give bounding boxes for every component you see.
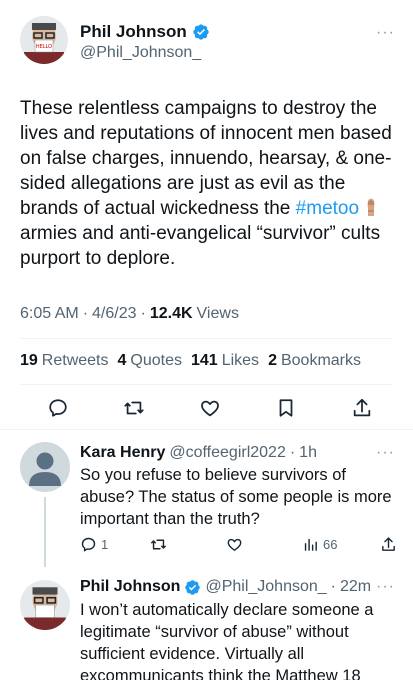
- verified-badge-icon: [193, 24, 209, 40]
- share-icon: [353, 398, 371, 417]
- like-button[interactable]: [197, 395, 223, 421]
- reply-header: Kara Henry @coffeegirl2022 · 1h: [80, 444, 317, 462]
- tweet-date[interactable]: 4/6/23: [92, 305, 136, 323]
- engagement-stats: 19 Retweets 4 Quotes 141 Likes 2 Bookmarks: [20, 352, 361, 370]
- retweet-icon: [124, 401, 144, 415]
- reply-button[interactable]: [45, 395, 71, 421]
- avatar[interactable]: [20, 580, 70, 630]
- quotes-count: 4: [117, 352, 127, 369]
- bookmarks-count: 2: [268, 352, 277, 369]
- raised-fist-emoji-icon: [367, 198, 375, 216]
- likes-label: Likes: [221, 352, 260, 369]
- bookmarks-label: Bookmarks: [280, 352, 361, 369]
- quotes-label: Quotes: [130, 352, 182, 369]
- reply-header: Phil Johnson @Phil_Johnson_ · 22m: [80, 578, 371, 596]
- reply-text: I won’t automatically declare someone a …: [80, 601, 374, 680]
- separator: ·: [289, 444, 296, 461]
- separator: ·: [140, 305, 146, 322]
- heart-icon: [201, 400, 219, 417]
- display-name[interactable]: Phil Johnson: [80, 22, 187, 42]
- views-chart-icon: [304, 538, 317, 551]
- verified-badge-icon: [185, 579, 201, 595]
- reply-actions: 1 66: [80, 536, 398, 556]
- quotes-stat[interactable]: 4 Quotes: [118, 352, 183, 370]
- tweet-meta: 6:05 AM · 4/6/23 · 12.4K Views: [20, 305, 239, 323]
- more-options-icon[interactable]: ···: [376, 578, 395, 596]
- share-button[interactable]: [349, 395, 375, 421]
- avatar[interactable]: HELLO: [20, 16, 68, 64]
- tweet-time[interactable]: 6:05 AM: [20, 305, 79, 323]
- likes-count: 141: [191, 352, 218, 369]
- divider: [20, 338, 393, 339]
- author-handle[interactable]: @Phil_Johnson_: [80, 44, 201, 62]
- main-tweet: HELLO Phil Johnson @Phil_Johnson_ ··· Th…: [0, 0, 413, 430]
- divider: [20, 384, 393, 385]
- hashtag-link[interactable]: #metoo: [296, 198, 359, 219]
- separator: ·: [82, 305, 89, 322]
- views-count: 66: [323, 537, 338, 552]
- author-handle[interactable]: @Phil_Johnson_: [205, 578, 326, 596]
- more-options-icon[interactable]: ···: [376, 24, 395, 42]
- reply-icon: [81, 537, 96, 552]
- retweet-button[interactable]: [121, 395, 147, 421]
- bookmark-button[interactable]: [273, 395, 299, 421]
- views-count: 12.4K: [149, 305, 193, 322]
- reply-time[interactable]: 1h: [299, 444, 317, 462]
- like-button[interactable]: [226, 536, 243, 553]
- reply-count: 1: [101, 537, 109, 552]
- reply-time[interactable]: 22m: [340, 578, 371, 596]
- reply-icon: [49, 399, 67, 417]
- retweet-icon: [151, 539, 166, 550]
- more-options-icon[interactable]: ···: [376, 444, 395, 462]
- views-label: Views: [196, 305, 239, 322]
- display-name[interactable]: Phil Johnson: [80, 578, 180, 596]
- share-icon: [382, 537, 395, 551]
- reply-text: So you refuse to believe survivors of ab…: [80, 466, 392, 528]
- display-name[interactable]: Kara Henry: [80, 444, 165, 462]
- likes-stat[interactable]: 141 Likes: [191, 352, 259, 370]
- tweet-text-part: armies and anti-evangelical “survivor” c…: [20, 223, 381, 269]
- retweets-stat[interactable]: 19 Retweets: [20, 352, 109, 370]
- reply-tweet[interactable]: Phil Johnson @Phil_Johnson_ · 22m ··· I …: [0, 570, 413, 680]
- views-button[interactable]: 66: [302, 536, 337, 553]
- author-name-row[interactable]: Phil Johnson: [80, 22, 210, 42]
- avatar[interactable]: [20, 442, 70, 492]
- tweet-text: These relentless campaigns to destroy th…: [20, 96, 398, 271]
- heart-icon: [227, 538, 242, 551]
- tweet-actions: [45, 395, 375, 421]
- bookmark-icon: [279, 399, 293, 417]
- retweets-count: 19: [20, 352, 38, 369]
- thread-line: [44, 497, 46, 567]
- svg-text:HELLO: HELLO: [36, 44, 52, 50]
- bookmarks-stat[interactable]: 2 Bookmarks: [268, 352, 361, 370]
- reply-button[interactable]: 1: [80, 536, 108, 553]
- separator: ·: [330, 578, 336, 595]
- share-button[interactable]: [380, 536, 397, 553]
- author-handle[interactable]: @coffeegirl2022: [169, 444, 285, 462]
- retweets-label: Retweets: [41, 352, 109, 369]
- retweet-button[interactable]: [150, 536, 167, 553]
